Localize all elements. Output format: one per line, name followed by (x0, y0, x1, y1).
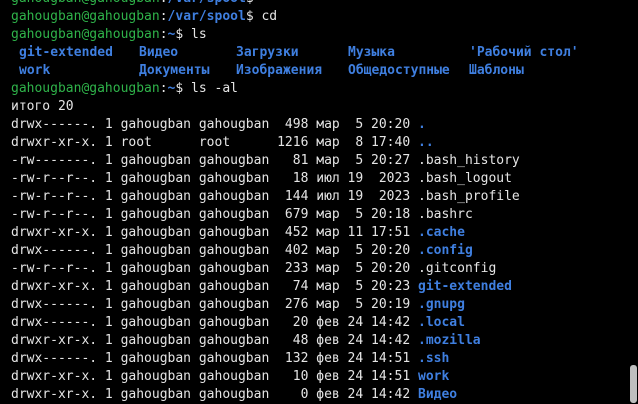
directory-name: Загрузки (236, 45, 299, 60)
prompt-separator: : (159, 9, 168, 24)
directory-name: 'Рабочий стол' (469, 45, 579, 60)
directory-name: .. (418, 135, 434, 150)
listing-entry: -rw-------. 1 gahougban gahougban 81 мар… (11, 152, 628, 170)
ls-output-row: work Документы Изображения Общедоступные Шаб… (11, 62, 628, 80)
directory-name: .ssh (418, 351, 450, 366)
directory-name: .cache (418, 225, 465, 240)
prompt-user-host: gahougban@gahougban (11, 81, 160, 96)
prompt-user-host: gahougban@gahougban (11, 27, 160, 42)
prompt-line: gahougban@gahougban:~$ ls -al (11, 80, 628, 98)
command-text: cd (253, 9, 278, 24)
total-line: итого 20 (11, 98, 628, 116)
listing-entry: drwxr-xr-x. 1 gahougban gahougban 10 фев… (11, 368, 628, 386)
directory-name: .mozilla (418, 333, 481, 348)
entry-meta: drwx------. 1 gahougban gahougban 498 ма… (11, 117, 418, 132)
entry-meta: -rw-r--r--. 1 gahougban gahougban 144 ию… (11, 189, 418, 204)
prompt-path: /var/spool (167, 9, 246, 24)
entry-meta: drwxr-xr-x. 1 gahougban gahougban 10 фев… (11, 369, 418, 384)
entry-meta: drwxr-xr-x. 1 gahougban gahougban 0 фев … (11, 387, 418, 402)
directory-name: Видео (418, 387, 458, 402)
entry-meta: drwx------. 1 gahougban gahougban 20 фев… (11, 315, 418, 330)
directory-name: .local (418, 315, 465, 330)
listing-entry: -rw-r--r--. 1 gahougban gahougban 18 июл… (11, 170, 628, 188)
directory-name: work (19, 63, 51, 78)
command-text: ls -al (183, 81, 238, 96)
prompt-user-host: gahougban@gahougban (11, 9, 160, 24)
ls-output-row: git-extended Видео Загрузки Музыка 'Рабочий … (11, 44, 628, 62)
prompt-line: gahougban@gahougban:/var/spool$ (11, 0, 628, 8)
prompt-line: gahougban@gahougban:/var/spool$ cd (11, 8, 628, 26)
prompt-symbol: $ (246, 0, 254, 6)
listing-entry: drwxr-xr-x. 1 gahougban gahougban 0 фев … (11, 386, 628, 404)
entry-meta: -rw-r--r--. 1 gahougban gahougban 233 ма… (11, 261, 418, 276)
directory-name: . (418, 117, 426, 132)
file-name: .bash_history (418, 153, 520, 168)
directory-name: Изображения (236, 63, 323, 78)
directory-name: Шаблоны (469, 63, 524, 78)
file-name: .gitconfig (418, 261, 497, 276)
directory-name: .gnupg (418, 297, 465, 312)
prompt-separator: : (159, 81, 168, 96)
terminal-scrollbar[interactable] (628, 0, 638, 403)
listing-entry: drwxr-xr-x. 1 gahougban gahougban 452 ма… (11, 224, 628, 242)
entry-meta: -rw-------. 1 gahougban gahougban 81 мар… (11, 153, 418, 168)
file-name: .bashrc (418, 207, 473, 222)
directory-name: Видео (139, 45, 179, 60)
entry-meta: drwxr-xr-x. 1 gahougban gahougban 48 фев… (11, 333, 418, 348)
listing-entry: drwx------. 1 gahougban gahougban 402 ма… (11, 242, 628, 260)
entry-meta: -rw-r--r--. 1 gahougban gahougban 18 июл… (11, 171, 418, 186)
directory-name: Общедоступные (348, 63, 450, 78)
directory-name: Музыка (348, 45, 395, 60)
listing-entry: -rw-r--r--. 1 gahougban gahougban 679 ма… (11, 206, 628, 224)
prompt-line: gahougban@gahougban:~$ ls (11, 26, 628, 44)
prompt-separator: : (159, 27, 168, 42)
listing-entry: drwx------. 1 gahougban gahougban 276 ма… (11, 296, 628, 314)
listing-entry: drwxr-xr-x. 1 gahougban gahougban 74 мар… (11, 278, 628, 296)
command-text: ls (183, 27, 207, 42)
directory-name: work (418, 369, 450, 384)
directory-name: git-extended (418, 279, 512, 294)
prompt-symbol: $ (245, 9, 254, 24)
entry-meta: drwxr-xr-x. 1 gahougban gahougban 452 ма… (11, 225, 418, 240)
directory-name: Документы (139, 63, 210, 78)
prompt-user-host: gahougban@gahougban (11, 0, 160, 6)
prompt-path: /var/spool (168, 0, 246, 6)
listing-entry: drwxr-xr-x. 1 root root 1216 мар 8 17:40… (11, 134, 628, 152)
entry-meta: drwx------. 1 gahougban gahougban 276 ма… (11, 297, 418, 312)
listing-entry: drwx------. 1 gahougban gahougban 20 фев… (11, 314, 628, 332)
file-name: .bash_profile (418, 189, 520, 204)
file-name: .bash_logout (418, 171, 512, 186)
entry-meta: drwx------. 1 gahougban gahougban 402 ма… (11, 243, 418, 258)
listing-entry: drwx------. 1 gahougban gahougban 498 ма… (11, 116, 628, 134)
entry-meta: drwxr-xr-x. 1 root root 1216 мар 8 17:40 (11, 135, 418, 150)
total-text: итого 20 (11, 99, 74, 114)
listing-entry: drwx------. 1 gahougban gahougban 132 фе… (11, 350, 628, 368)
entry-meta: drwx------. 1 gahougban gahougban 132 фе… (11, 351, 418, 366)
directory-name: git-extended (19, 45, 113, 60)
entry-meta: drwxr-xr-x. 1 gahougban gahougban 74 мар… (11, 279, 418, 294)
scrollbar-thumb[interactable] (630, 365, 637, 403)
listing-entry: -rw-r--r--. 1 gahougban gahougban 233 ма… (11, 260, 628, 278)
directory-name: .config (418, 243, 473, 258)
listing-entry: drwxr-xr-x. 1 gahougban gahougban 48 фев… (11, 332, 628, 350)
terminal-output[interactable]: gahougban@gahougban:/var/spool$gahougban… (0, 0, 628, 403)
prompt-separator: : (160, 0, 168, 6)
listing-entry: -rw-r--r--. 1 gahougban gahougban 144 ию… (11, 188, 628, 206)
entry-meta: -rw-r--r--. 1 gahougban gahougban 679 ма… (11, 207, 418, 222)
